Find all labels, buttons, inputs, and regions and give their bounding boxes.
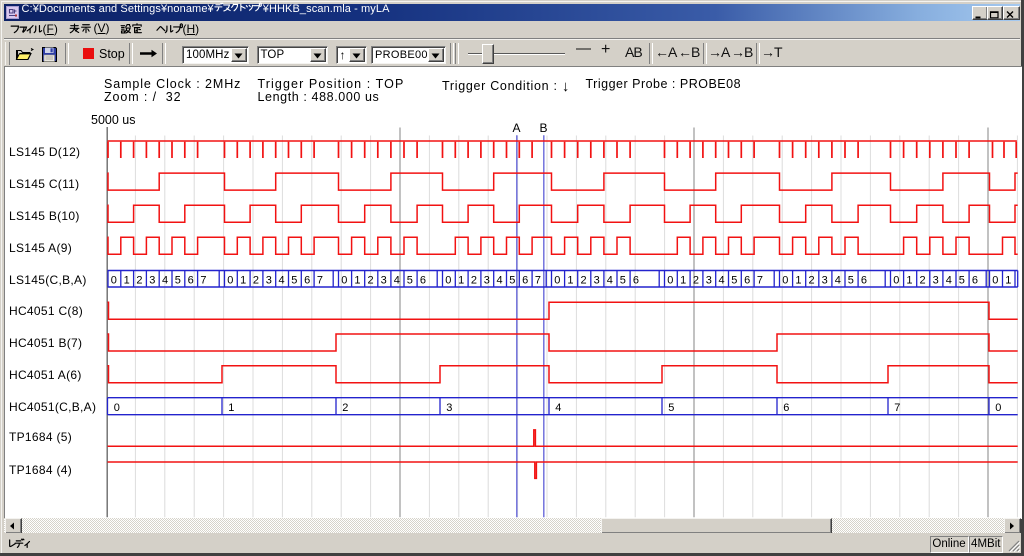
svg-text:6: 6 [420,275,426,287]
svg-text:1: 1 [228,402,234,414]
svg-text:3: 3 [381,275,387,287]
svg-text:3: 3 [266,275,272,287]
svg-text:6: 6 [972,275,978,287]
svg-text:0: 0 [992,275,998,287]
svg-text:1: 1 [795,275,801,287]
svg-text:2: 2 [136,275,142,287]
svg-text:1: 1 [567,275,573,287]
svg-text:4: 4 [162,275,168,287]
svg-text:3: 3 [933,275,939,287]
svg-text:5: 5 [175,275,181,287]
svg-text:1: 1 [458,275,464,287]
svg-text:0: 0 [782,275,788,287]
svg-text:0: 0 [995,402,1001,414]
svg-text:6: 6 [744,275,750,287]
svg-text:6: 6 [304,275,310,287]
svg-text:2: 2 [920,275,926,287]
svg-text:2: 2 [581,275,587,287]
svg-text:5: 5 [668,402,674,414]
svg-text:5: 5 [291,275,297,287]
svg-text:4: 4 [835,275,841,287]
svg-text:0: 0 [445,275,451,287]
svg-text:3: 3 [446,402,452,414]
svg-text:0: 0 [667,275,673,287]
svg-text:6: 6 [522,275,528,287]
svg-text:1: 1 [1005,275,1011,287]
svg-text:2: 2 [471,275,477,287]
svg-text:1: 1 [680,275,686,287]
svg-text:4: 4 [607,275,613,287]
svg-text:1: 1 [240,275,246,287]
svg-text:7: 7 [535,275,541,287]
svg-text:3: 3 [822,275,828,287]
svg-text:0: 0 [114,402,120,414]
svg-text:7: 7 [317,275,323,287]
svg-text:2: 2 [693,275,699,287]
svg-text:5: 5 [509,275,515,287]
svg-text:4: 4 [719,275,725,287]
svg-text:6: 6 [633,275,639,287]
svg-text:3: 3 [706,275,712,287]
svg-text:0: 0 [111,275,117,287]
svg-text:1: 1 [906,275,912,287]
svg-text:4: 4 [394,275,400,287]
svg-text:1: 1 [354,275,360,287]
svg-text:2: 2 [342,402,348,414]
svg-text:7: 7 [200,275,206,287]
svg-text:7: 7 [757,275,763,287]
svg-text:4: 4 [497,275,503,287]
svg-text:0: 0 [227,275,233,287]
svg-text:0: 0 [893,275,899,287]
svg-text:5: 5 [848,275,854,287]
svg-text:0: 0 [554,275,560,287]
svg-text:7: 7 [894,402,900,414]
svg-text:3: 3 [149,275,155,287]
svg-text:4: 4 [279,275,285,287]
svg-text:6: 6 [188,275,194,287]
svg-text:2: 2 [368,275,374,287]
svg-text:4: 4 [946,275,952,287]
svg-text:5: 5 [731,275,737,287]
svg-text:4: 4 [555,402,561,414]
svg-text:5: 5 [959,275,965,287]
svg-text:1: 1 [124,275,130,287]
svg-text:6: 6 [783,402,789,414]
svg-text:2: 2 [809,275,815,287]
svg-text:5: 5 [407,275,413,287]
svg-text:3: 3 [594,275,600,287]
svg-text:2: 2 [253,275,259,287]
svg-text:5: 5 [620,275,626,287]
svg-text:3: 3 [484,275,490,287]
svg-text:6: 6 [861,275,867,287]
svg-text:0: 0 [341,275,347,287]
